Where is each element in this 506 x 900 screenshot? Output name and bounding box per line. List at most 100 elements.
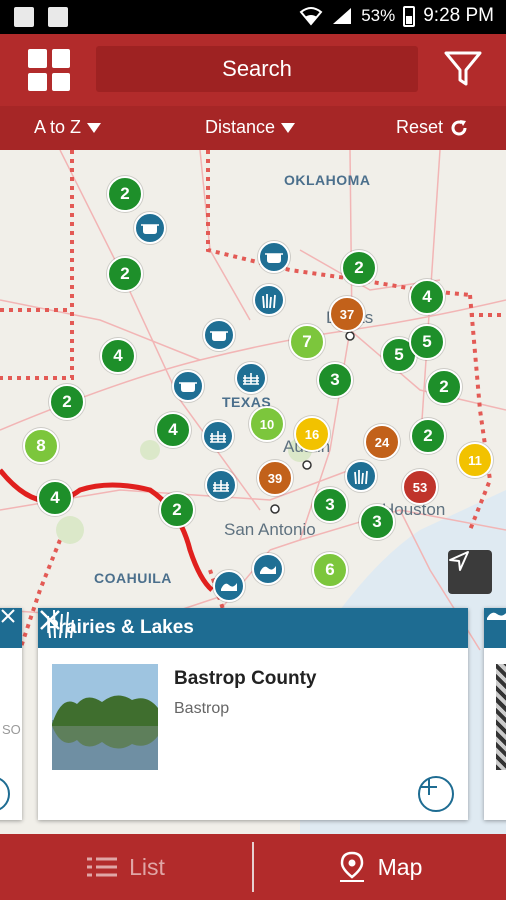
card-place-location: Bastrop [174,700,230,717]
beach-wave-icon [260,566,276,574]
map-cluster[interactable]: 3 [359,504,395,540]
card-header [0,608,22,648]
map-cluster[interactable]: 11 [457,442,493,478]
close-icon[interactable] [38,608,62,632]
sort-distance-label: Distance [205,117,276,137]
map-cluster[interactable]: 2 [341,250,377,286]
map-view[interactable]: OKLAHOMA TEXAS COAHUILA Austin San Anton… [0,150,506,834]
map-poi-marker[interactable] [258,241,290,273]
status-bar: 53% 9:28 PM [0,0,506,34]
map-cluster[interactable]: 2 [159,492,195,528]
map-cluster[interactable]: 2 [410,418,446,454]
prairie-grass-icon [262,294,276,308]
map-poi-marker[interactable] [172,370,204,402]
card-header [484,608,506,648]
map-cluster[interactable]: 24 [364,424,400,460]
map-cluster[interactable]: 10 [249,406,285,442]
region-label-coahuila: COAHUILA [94,570,172,586]
filter-icon[interactable] [442,48,484,90]
battery-icon [403,5,416,27]
map-cluster[interactable]: 4 [37,480,73,516]
reset-button[interactable]: Reset [396,117,469,138]
ranch-fence-icon [213,480,229,492]
list-view-tab[interactable]: List [0,834,252,900]
image-notification-icon [14,7,34,27]
place-card[interactable]: Prairies & Lakes Bastrop County Bastrop [38,608,468,820]
map-cluster[interactable]: 2 [49,384,85,420]
search-label: Search [222,56,292,81]
clock: 9:28 PM [423,5,494,26]
map-cluster[interactable]: 37 [329,296,365,332]
map-cluster[interactable]: 5 [409,324,445,360]
map-poi-marker[interactable] [203,319,235,351]
card-header: Prairies & Lakes [38,608,468,648]
map-cluster[interactable]: 8 [23,428,59,464]
map-cluster[interactable]: 4 [155,412,191,448]
map-cluster[interactable]: 2 [107,176,143,212]
list-tab-label: List [129,853,165,880]
map-cluster[interactable]: 7 [289,324,325,360]
sort-alpha-dropdown[interactable]: A to Z [34,117,102,138]
card-thumbnail [496,664,506,770]
cooking-pot-icon [179,382,197,392]
beach-wave-icon [221,583,237,591]
place-card-partial-left[interactable]: SO [0,608,22,820]
city-label-san-antonio: San Antonio [224,520,316,539]
map-poi-marker[interactable] [202,420,234,452]
map-cluster[interactable]: 3 [312,487,348,523]
map-poi-marker[interactable] [253,284,285,316]
prairie-grass-icon [354,470,368,484]
wifi-icon [299,7,323,26]
bottom-nav: List Map [0,834,506,900]
map-cluster[interactable]: 2 [107,256,143,292]
battery-percent: 53% [361,6,396,25]
ranch-fence-icon [243,373,259,385]
signal-icon [333,8,352,24]
add-circle-icon[interactable] [0,776,10,812]
map-cluster[interactable]: 53 [402,469,438,505]
cooking-pot-icon [141,224,159,234]
reset-label: Reset [396,117,444,137]
region-label-oklahoma: OKLAHOMA [284,172,371,188]
close-icon[interactable] [0,608,16,624]
beach-wave-icon [487,612,506,620]
sort-alpha-label: A to Z [34,117,82,137]
card-thumbnail [52,664,158,770]
place-card-partial-right[interactable] [484,608,506,820]
map-cluster[interactable]: 4 [100,338,136,374]
sort-distance-dropdown[interactable]: Distance [205,117,296,138]
map-cluster[interactable]: 6 [312,552,348,588]
map-cluster[interactable]: 16 [294,416,330,452]
ranch-fence-icon [210,431,226,443]
map-poi-marker[interactable] [345,460,377,492]
grid-menu-icon[interactable] [28,49,70,91]
map-pin-icon [339,851,364,882]
map-cluster[interactable]: 4 [409,279,445,315]
search-button[interactable]: Search [96,46,418,92]
map-tab-label: Map [377,853,423,880]
map-poi-marker[interactable] [235,362,267,394]
cooking-pot-icon [265,253,283,263]
map-poi-marker[interactable] [134,212,166,244]
sort-bar: A to Z Distance Reset [0,106,506,150]
map-cluster[interactable]: 3 [317,362,353,398]
map-poi-marker[interactable] [252,553,284,585]
lake-photo [52,664,158,770]
chevron-down-icon [87,122,102,133]
card-place-name: Bastrop County [174,668,317,689]
chevron-down-icon [281,122,296,133]
navigation-arrow-icon [449,551,469,571]
plus-icon [421,779,437,795]
map-poi-marker[interactable] [213,570,245,602]
map-cluster[interactable]: 39 [257,460,293,496]
map-cluster[interactable]: 2 [426,369,462,405]
document-notification-icon [48,7,68,27]
cooking-pot-icon [210,331,228,341]
map-poi-marker[interactable] [205,469,237,501]
list-icon [87,857,118,877]
map-view-tab[interactable]: Map [254,834,506,900]
add-to-trip-button[interactable] [418,776,454,812]
locate-me-button[interactable] [448,550,492,594]
card-partial-text: SO [2,722,21,737]
app-header: Search [0,34,506,106]
